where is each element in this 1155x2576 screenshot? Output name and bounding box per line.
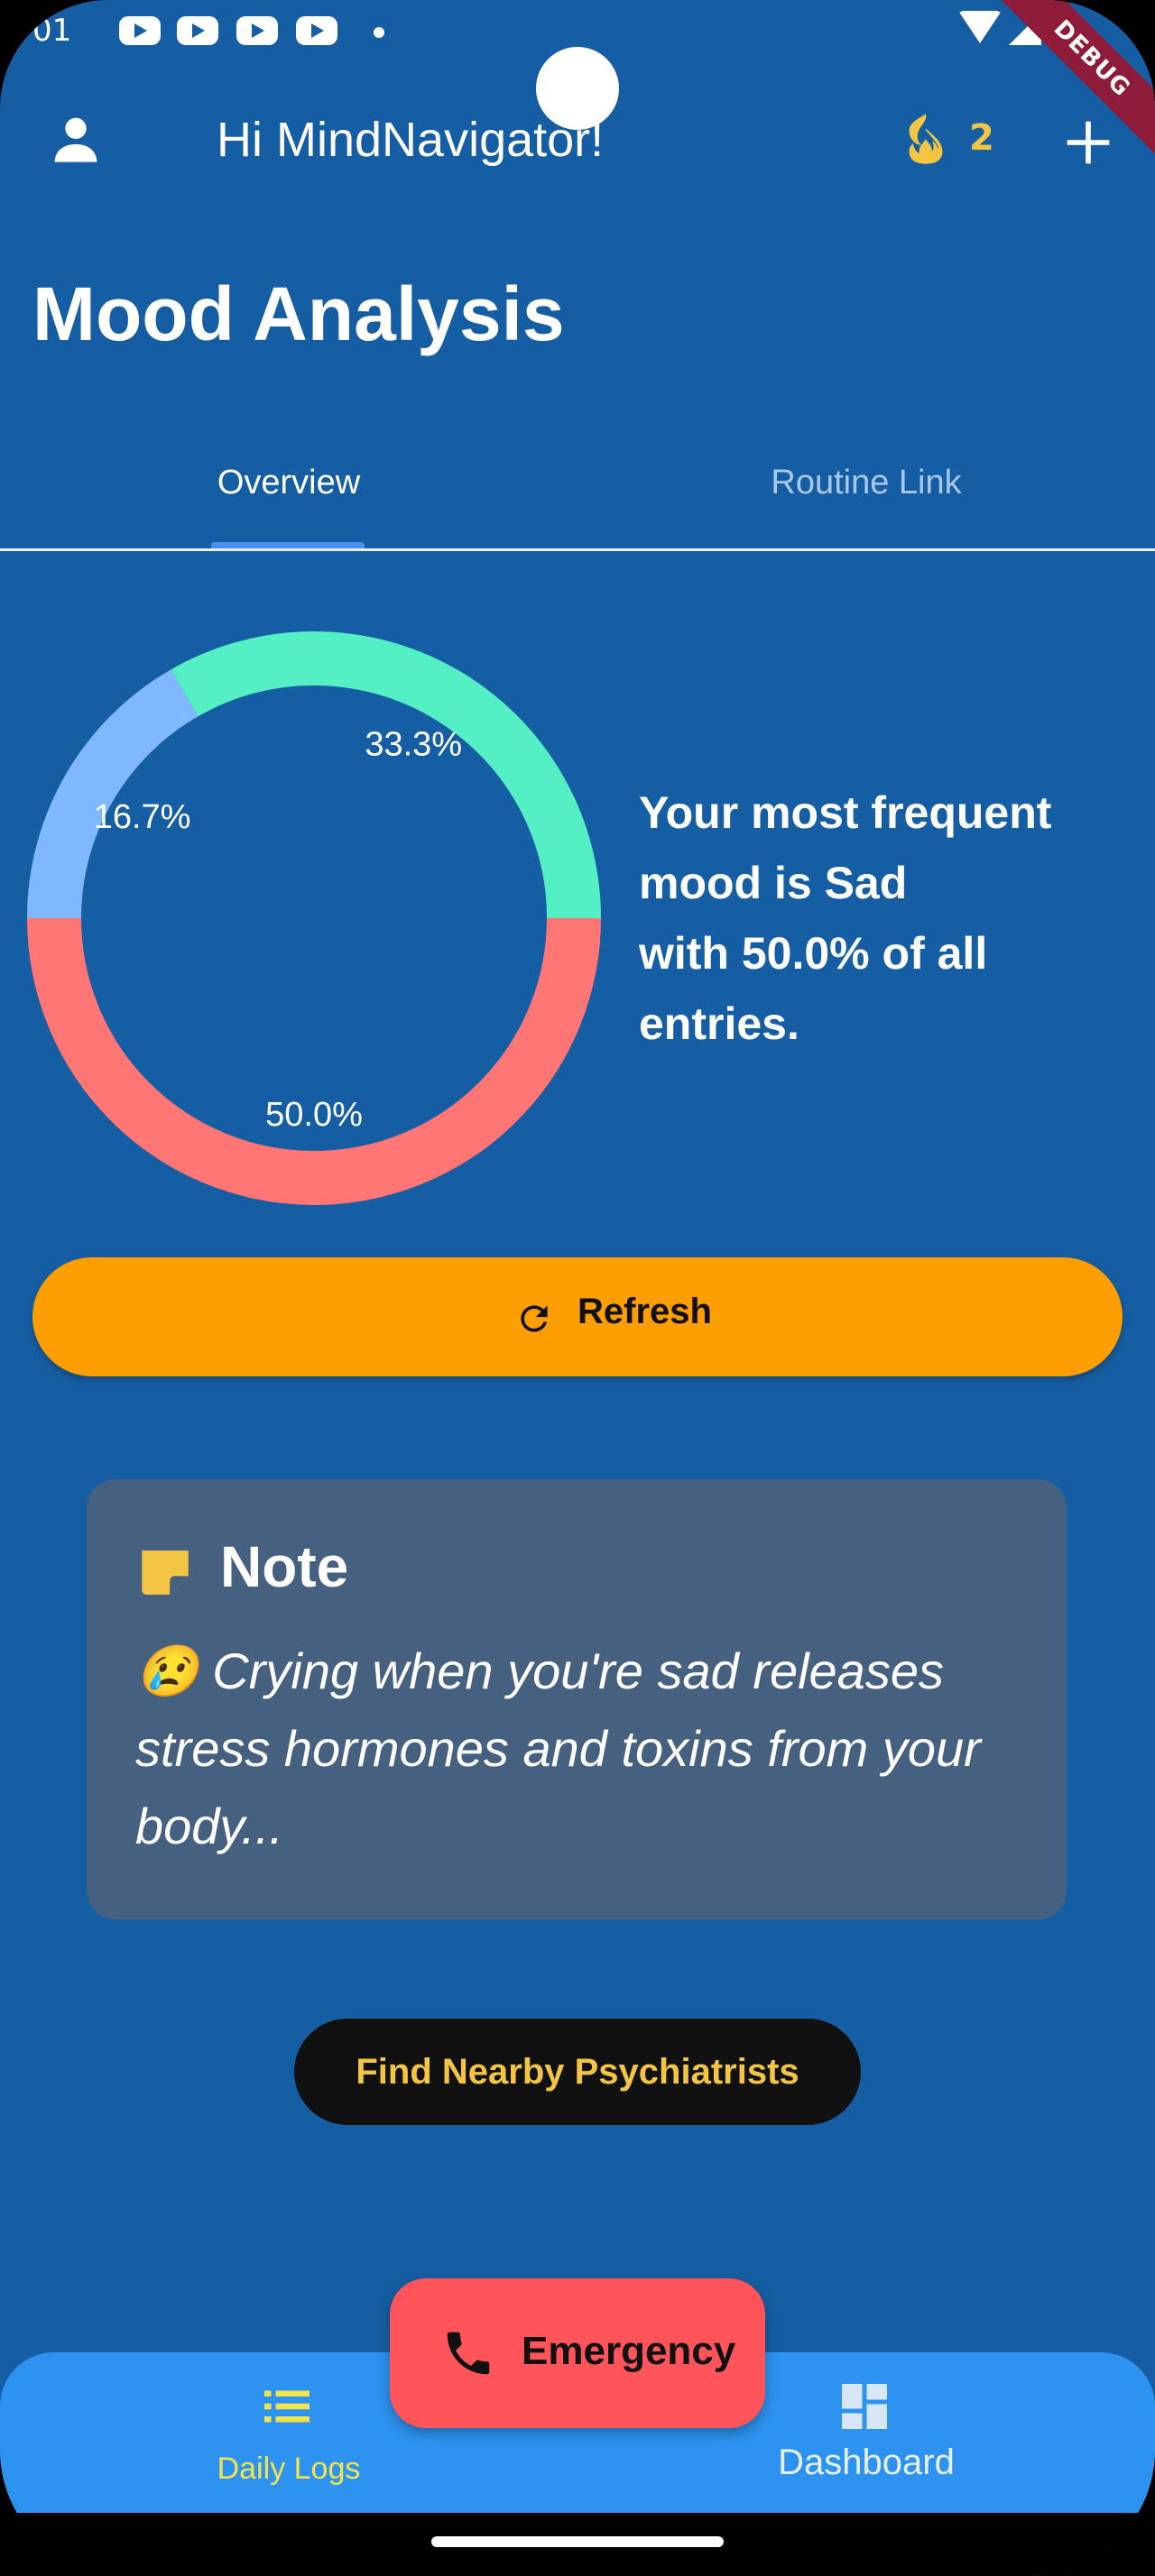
dashboard-icon (842, 2384, 887, 2429)
tab-routine-link-label: Routine Link (771, 464, 962, 501)
note-card: Note 😢 Crying when you're sad releases s… (87, 1479, 1067, 1919)
donut-slice-label: 50.0% (265, 1096, 363, 1134)
summary-line: Your most frequent (639, 787, 1052, 838)
emergency-label: Emergency (522, 2329, 736, 2373)
nav-daily-logs-label: Daily Logs (217, 2452, 361, 2486)
summary-line: entries. (639, 998, 799, 1049)
greeting-text: Hi MindNavigator! (217, 113, 605, 167)
emergency-button[interactable]: Emergency (390, 2278, 765, 2428)
refresh-icon (521, 1305, 548, 1332)
wifi-icon (958, 11, 1002, 43)
phone-screen: 01 DEBUG Hi MindNavigator! 2 Mood Analys… (0, 0, 1155, 2576)
donut-slice-label: 16.7% (94, 798, 191, 836)
refresh-label: Refresh (578, 1292, 712, 1331)
tab-bar: Overview Routine Link (0, 451, 1155, 551)
sticky-note-icon (142, 1550, 189, 1595)
donut-slice (171, 631, 601, 919)
find-psychiatrists-button[interactable]: Find Nearby Psychiatrists (294, 2019, 861, 2125)
app-bar: Hi MindNavigator! 2 (0, 99, 1155, 189)
nav-dashboard-label: Dashboard (778, 2443, 955, 2482)
tab-overview-label: Overview (217, 464, 361, 501)
list-icon (264, 2390, 310, 2423)
mood-donut-chart: 50.0% 16.7% 33.3% (27, 631, 601, 1205)
gesture-bar (0, 2513, 1155, 2576)
home-gesture-handle[interactable] (431, 2536, 724, 2547)
youtube-notification-icon (236, 16, 278, 45)
donut-slice-label: 33.3% (365, 726, 462, 764)
note-title: Note (220, 1534, 349, 1599)
note-body: 😢 Crying when you're sad releases stress… (135, 1633, 1038, 1865)
streak-count: 2 (969, 117, 994, 159)
page-title: Mood Analysis (32, 271, 565, 356)
summary-line: with 50.0% of all (639, 928, 988, 979)
donut-slice (27, 917, 601, 1205)
profile-icon[interactable] (51, 114, 101, 164)
tab-indicator (211, 542, 365, 548)
youtube-notification-icon (119, 16, 161, 45)
tab-overview[interactable]: Overview (0, 451, 578, 548)
add-icon[interactable] (1063, 117, 1113, 168)
note-text: Crying when you're sad releases stress h… (135, 1642, 981, 1854)
youtube-notification-icon (177, 16, 218, 45)
status-time: 01 (32, 13, 72, 49)
frequent-mood-summary: Your most frequent mood is Sad with 50.0… (639, 777, 1126, 1059)
phone-icon (447, 2332, 490, 2375)
streak-badge[interactable]: 2 (901, 112, 1009, 170)
more-notifications-icon (374, 27, 384, 38)
tab-routine-link[interactable]: Routine Link (578, 451, 1155, 548)
crying-face-emoji: 😢 (135, 1642, 199, 1699)
flame-icon (909, 114, 943, 164)
find-psychiatrists-label: Find Nearby Psychiatrists (356, 2052, 799, 2092)
summary-line: mood is Sad (639, 858, 908, 908)
youtube-notification-icon (296, 16, 337, 45)
refresh-button[interactable]: Refresh (32, 1257, 1123, 1376)
